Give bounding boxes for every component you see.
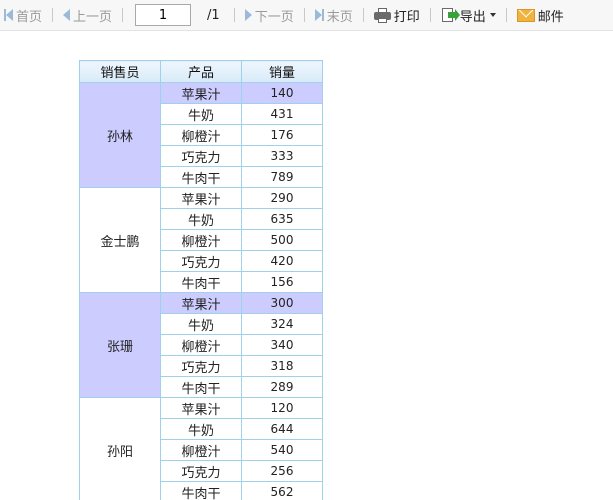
mail-button[interactable]: 邮件 <box>515 4 566 26</box>
table-row: 金士鹏 苹果汁 290 <box>79 187 323 293</box>
last-page-icon <box>314 9 324 21</box>
product-cell: 牛奶 <box>160 103 242 125</box>
product-cell: 柳橙汁 <box>160 124 242 146</box>
page-number-input[interactable] <box>135 4 192 26</box>
next-page-button[interactable]: 下一页 <box>243 4 296 26</box>
next-page-label: 下一页 <box>254 9 294 25</box>
quantity-cell: 562 <box>241 481 323 500</box>
product-cell: 牛肉干 <box>160 166 242 188</box>
product-cell: 牛肉干 <box>160 376 242 398</box>
toolbar-divider <box>505 8 507 22</box>
export-label: 导出 <box>459 9 486 25</box>
product-cell: 苹果汁 <box>160 292 242 314</box>
table-row: 孙阳 苹果汁 120 <box>79 397 323 500</box>
toolbar-divider <box>303 8 305 22</box>
product-cell: 巧克力 <box>160 145 242 167</box>
quantity-cell: 420 <box>241 250 323 272</box>
product-cell: 巧克力 <box>160 250 242 272</box>
product-cell: 柳橙汁 <box>160 229 242 251</box>
last-page-label: 末页 <box>326 9 353 25</box>
product-cell: 巧克力 <box>160 460 242 482</box>
quantity-cell: 333 <box>241 145 323 167</box>
salesperson-cell: 孙阳 <box>79 397 161 500</box>
last-page-button[interactable]: 末页 <box>313 4 355 26</box>
quantity-cell: 156 <box>241 271 323 293</box>
quantity-cell: 789 <box>241 166 323 188</box>
prev-page-icon <box>63 9 71 21</box>
export-icon <box>441 7 460 23</box>
first-page-label: 首页 <box>16 9 43 25</box>
product-cell: 牛肉干 <box>160 481 242 500</box>
quantity-cell: 290 <box>241 187 323 209</box>
quantity-cell: 120 <box>241 397 323 419</box>
product-cell: 牛奶 <box>160 418 242 440</box>
first-page-icon <box>4 9 13 21</box>
printer-icon <box>373 7 391 23</box>
quantity-cell: 140 <box>241 82 323 104</box>
product-cell: 巧克力 <box>160 355 242 377</box>
prev-page-button[interactable]: 上一页 <box>61 4 114 26</box>
toolbar-divider <box>429 8 431 22</box>
first-page-button[interactable]: 首页 <box>2 4 44 26</box>
product-cell: 牛肉干 <box>160 271 242 293</box>
salesperson-cell: 孙林 <box>79 82 161 188</box>
quantity-cell: 324 <box>241 313 323 335</box>
product-cell: 苹果汁 <box>160 187 242 209</box>
quantity-cell: 431 <box>241 103 323 125</box>
print-label: 打印 <box>393 9 420 25</box>
envelope-icon <box>516 8 535 22</box>
product-cell: 苹果汁 <box>160 82 242 104</box>
print-button[interactable]: 打印 <box>372 4 422 26</box>
quantity-cell: 300 <box>241 292 323 314</box>
quantity-cell: 500 <box>241 229 323 251</box>
quantity-cell: 644 <box>241 418 323 440</box>
product-cell: 牛奶 <box>160 208 242 230</box>
table-body: 孙林 苹果汁 140 牛奶 431 柳橙汁 176 巧克力 333 牛肉干 789 金士鹏 苹果汁 290… <box>79 82 323 500</box>
toolbar-divider <box>52 8 54 22</box>
quantity-cell: 318 <box>241 355 323 377</box>
column-header-product: 产品 <box>160 60 242 83</box>
product-cell: 牛奶 <box>160 313 242 335</box>
table-header-row: 销售员 产品 销量 <box>79 60 323 83</box>
chevron-down-icon <box>489 13 496 17</box>
product-cell: 柳橙汁 <box>160 439 242 461</box>
report-toolbar: 首页 上一页 /1 下一页 末页 打印 导出 邮件 <box>0 0 613 31</box>
quantity-cell: 340 <box>241 334 323 356</box>
page-total-label: /1 <box>207 7 220 23</box>
mail-label: 邮件 <box>537 9 564 25</box>
product-cell: 柳橙汁 <box>160 334 242 356</box>
table-row: 孙林 苹果汁 140 <box>79 82 323 188</box>
salesperson-cell: 金士鹏 <box>79 187 161 293</box>
prev-page-label: 上一页 <box>73 9 113 25</box>
quantity-cell: 256 <box>241 460 323 482</box>
table-row: 张珊 苹果汁 300 <box>79 292 323 398</box>
column-header-salesperson: 销售员 <box>79 60 161 83</box>
toolbar-divider <box>122 8 124 22</box>
quantity-cell: 540 <box>241 439 323 461</box>
product-cell: 苹果汁 <box>160 397 242 419</box>
export-button[interactable]: 导出 <box>439 4 498 26</box>
column-header-quantity: 销量 <box>241 60 323 83</box>
quantity-cell: 289 <box>241 376 323 398</box>
next-page-icon <box>244 9 252 21</box>
quantity-cell: 635 <box>241 208 323 230</box>
toolbar-divider <box>233 8 235 22</box>
toolbar-divider <box>362 8 364 22</box>
sales-report-table: 销售员 产品 销量 孙林 苹果汁 140 牛奶 431 柳橙汁 176 巧克力 333 牛肉干 78… <box>79 60 323 500</box>
quantity-cell: 176 <box>241 124 323 146</box>
salesperson-cell: 张珊 <box>79 292 161 398</box>
